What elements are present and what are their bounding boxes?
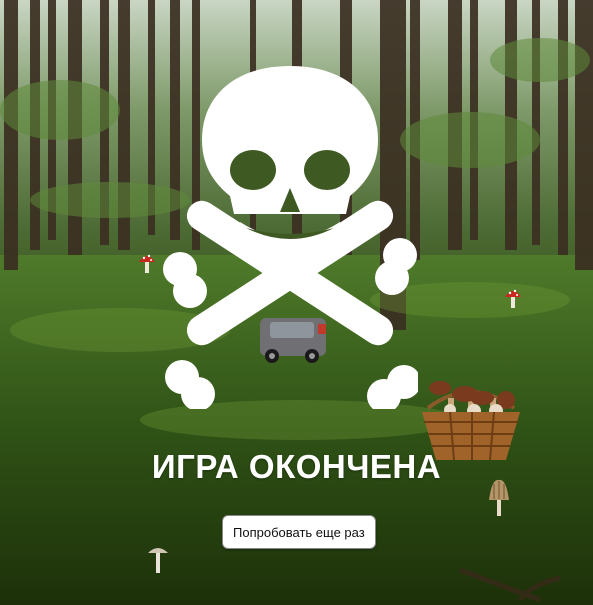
white-mushroom-icon bbox=[148, 548, 168, 573]
amanita-mushroom-icon bbox=[505, 289, 521, 308]
game-over-title: ИГРА ОКОНЧЕНА bbox=[151, 448, 442, 485]
retry-button[interactable]: Попробовать еще раз bbox=[222, 515, 376, 549]
skull-crossbones-icon bbox=[163, 66, 418, 409]
amanita-mushroom-icon bbox=[139, 254, 155, 273]
game-scene: ИГРА ОКОНЧЕНА Попробовать еще раз bbox=[0, 0, 593, 605]
